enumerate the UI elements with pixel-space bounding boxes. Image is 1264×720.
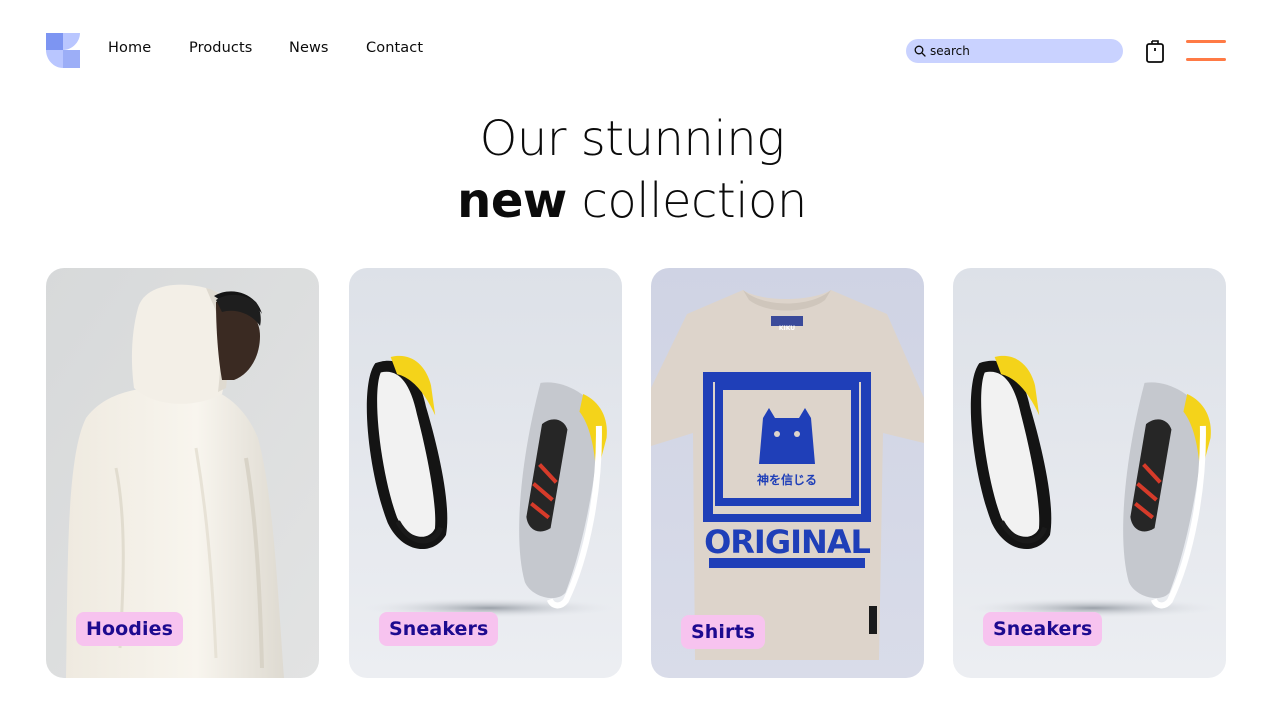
category-card-shirts[interactable]: KIKU 神を信じる ORIGINAL Shirts [651,268,924,678]
category-label: Hoodies [76,612,184,646]
shopping-bag-icon[interactable] [1145,38,1165,64]
nav-home[interactable]: Home [108,40,151,56]
category-card-hoodies[interactable]: Hoodies [46,268,319,678]
shirt-wordmark-text: ORIGINAL [704,523,870,561]
category-label: Shirts [681,615,766,649]
search-icon [914,45,926,57]
nav-products[interactable]: Products [189,40,252,56]
category-label: Sneakers [983,612,1103,646]
shirt-japanese-text: 神を信じる [757,472,817,487]
headline-emphasis: new [457,173,567,229]
nav-news[interactable]: News [289,40,329,56]
search-bar[interactable] [906,39,1123,63]
nav-contact[interactable]: Contact [366,40,423,56]
category-card-sneakers-2[interactable]: Sneakers [953,268,1226,678]
category-card-sneakers[interactable]: Sneakers [349,268,622,678]
shirt-brand-text: KIKU [779,325,795,332]
search-input[interactable] [930,44,1110,58]
category-label: Sneakers [379,612,499,646]
page-headline: Our stunning new collection [0,108,1264,232]
headline-line-2-rest: collection [581,173,808,229]
hamburger-menu-icon[interactable] [1186,40,1226,62]
headline-line-2: new collection [0,170,1264,232]
brand-logo[interactable] [46,33,80,68]
headline-line-1: Our stunning [479,111,785,167]
